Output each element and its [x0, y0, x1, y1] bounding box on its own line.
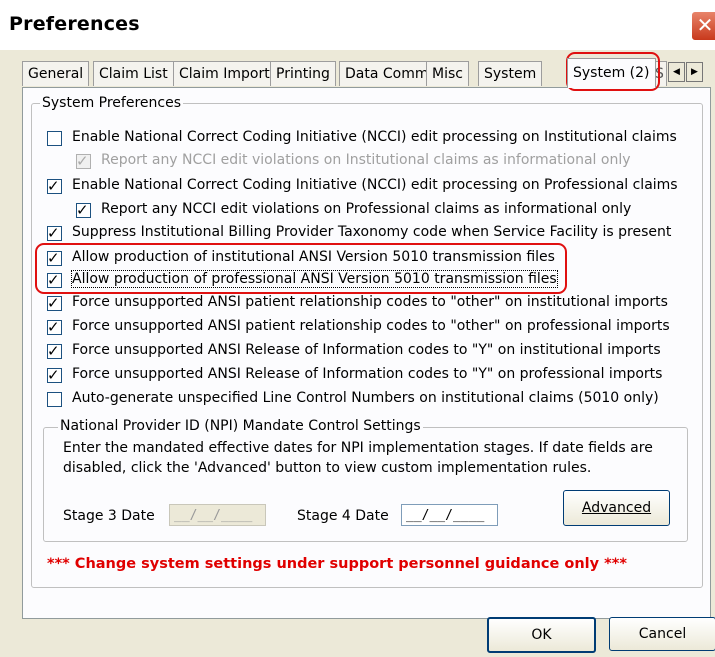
checkbox[interactable]: ✓ — [47, 177, 62, 195]
check-icon: ✓ — [47, 318, 60, 336]
check-icon: ✓ — [76, 152, 89, 170]
option-label: Suppress Institutional Billing Provider … — [72, 224, 672, 240]
stage3-date-input[interactable]: __/__/____ — [169, 504, 266, 526]
tab-claim-import[interactable]: Claim Import — [173, 61, 276, 86]
npi-legend: National Provider ID (NPI) Mandate Contr… — [58, 418, 423, 434]
tab-printing[interactable]: Printing — [270, 61, 336, 86]
cancel-button[interactable]: Cancel — [609, 617, 715, 651]
option-label: Force unsupported ANSI patient relations… — [72, 318, 670, 334]
tab-system[interactable]: System — [478, 61, 543, 86]
option-label: Enable National Correct Coding Initiativ… — [72, 177, 678, 193]
tab-data-comm[interactable]: Data Comm — [339, 61, 435, 86]
tab-claim-list[interactable]: Claim List — [93, 61, 174, 86]
title-bar: Preferences ✕ — [0, 0, 715, 50]
check-icon: ✓ — [47, 294, 60, 312]
check-icon: ✓ — [47, 366, 60, 384]
checkbox[interactable]: ✓ — [47, 366, 62, 384]
checkbox[interactable] — [47, 131, 62, 146]
stage3-label: Stage 3 Date — [63, 508, 155, 524]
tab-general[interactable]: General — [22, 61, 90, 86]
tab-scroll-left-button[interactable]: ◀ — [668, 62, 685, 82]
checkbox[interactable]: ✓ — [47, 294, 62, 312]
check-icon: ✓ — [47, 342, 60, 360]
arrow-left-icon: ◀ — [673, 67, 680, 77]
ok-button[interactable]: OK — [487, 617, 596, 653]
system-preferences-legend: System Preferences — [40, 95, 183, 111]
option-label: Report any NCCI edit violations on Insti… — [101, 152, 631, 168]
window-title: Preferences — [9, 13, 140, 35]
stage4-date-input[interactable]: __/__/____ — [401, 504, 498, 526]
tab-scroll-right-button[interactable]: ▶ — [686, 62, 703, 82]
tab-misc[interactable]: Misc — [426, 61, 469, 86]
preferences-dialog: Preferences ✕ General Claim List Claim I… — [0, 0, 715, 657]
check-icon: ✓ — [47, 177, 60, 195]
advanced-button[interactable]: Advanced — [563, 490, 670, 526]
option-label: Report any NCCI edit violations on Profe… — [101, 201, 632, 217]
tab-system-2[interactable]: System (2) — [567, 58, 656, 88]
option-label: Force unsupported ANSI Release of Inform… — [72, 342, 661, 358]
highlight-5010-options — [35, 243, 567, 294]
stage4-label: Stage 4 Date — [297, 508, 389, 524]
checkbox[interactable]: ✓ — [47, 224, 62, 242]
option-label: Enable National Correct Coding Initiativ… — [72, 129, 677, 145]
checkbox[interactable]: ✓ — [47, 342, 62, 360]
option-label: Auto-generate unspecified Line Control N… — [72, 390, 659, 406]
advanced-button-label: Advanced — [581, 500, 652, 516]
warning-text: *** Change system settings under support… — [47, 556, 627, 572]
checkbox[interactable]: ✓ — [47, 318, 62, 336]
npi-description-line-1: Enter the mandated effective dates for N… — [63, 440, 653, 456]
npi-description-line-2: disabled, click the 'Advanced' button to… — [63, 460, 592, 476]
check-icon: ✓ — [76, 201, 89, 219]
checkbox[interactable]: ✓ — [76, 201, 91, 219]
close-button[interactable]: ✕ — [691, 11, 715, 41]
arrow-right-icon: ▶ — [691, 67, 698, 77]
checkbox[interactable]: ✓ — [76, 152, 91, 170]
option-label: Force unsupported ANSI Release of Inform… — [72, 366, 663, 382]
option-label: Force unsupported ANSI patient relations… — [72, 294, 668, 310]
check-icon: ✓ — [47, 224, 60, 242]
close-icon: ✕ — [696, 13, 714, 37]
checkbox[interactable] — [47, 392, 62, 407]
